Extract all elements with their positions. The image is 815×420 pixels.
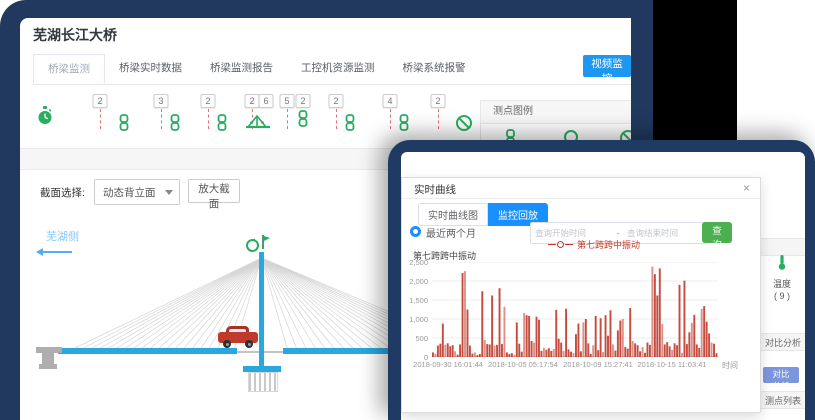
main-tab[interactable]: 桥梁系统报警 bbox=[389, 54, 480, 84]
popup-page: 温度 ( 9 ) 对比分析 对比分析 测点列表 实时曲线 × 实时曲线图监控回放… bbox=[401, 152, 805, 420]
chain-icon bbox=[217, 114, 228, 131]
y-tick-label: 1,000 bbox=[402, 315, 428, 324]
sensor-count-badge: 2 bbox=[245, 94, 260, 108]
dialog-header: 实时曲线 × bbox=[402, 178, 760, 199]
screenshot-stage: 芜湖长江大桥 桥梁监测桥梁实时数据桥梁监测报告工控机资源监测桥梁系统报警 视频监… bbox=[0, 0, 815, 420]
sensor-count-badge: 2 bbox=[431, 94, 446, 108]
y-tick-label: 2,000 bbox=[402, 277, 428, 286]
temperature-label: 温度 bbox=[759, 277, 805, 290]
dashed-line bbox=[287, 109, 288, 129]
section-select-label: 截面选择: bbox=[40, 185, 85, 200]
vibration-bar-chart bbox=[432, 262, 718, 357]
car-image bbox=[218, 324, 258, 348]
chain-icon bbox=[119, 114, 130, 131]
close-icon[interactable]: × bbox=[743, 181, 750, 195]
dialog-title: 实时曲线 bbox=[414, 182, 456, 197]
video-monitor-button[interactable]: 视频监控 bbox=[583, 55, 631, 77]
bridge-deck-left bbox=[58, 348, 237, 354]
legend-marker-line bbox=[548, 244, 556, 245]
page-title: 芜湖长江大桥 bbox=[33, 25, 117, 45]
black-region bbox=[653, 0, 737, 141]
enlarge-section-button[interactable]: 放大截面 bbox=[188, 179, 240, 203]
left-pier-stem bbox=[42, 353, 54, 364]
y-tick-label: 500 bbox=[402, 334, 428, 343]
dashed-line bbox=[208, 109, 209, 129]
sensor-count-badge: 5 bbox=[280, 94, 295, 108]
sensor-count-badge: 2 bbox=[201, 94, 216, 108]
dashed-line bbox=[161, 109, 162, 129]
dashed-line bbox=[100, 109, 101, 129]
chain-icon bbox=[170, 114, 181, 131]
chain-icon bbox=[399, 114, 410, 131]
main-tabbar: 桥梁监测桥梁实时数据桥梁监测报告工控机资源监测桥梁系统报警 bbox=[33, 54, 631, 85]
point-legend-header: 测点图例 bbox=[481, 101, 631, 124]
dashed-line bbox=[438, 109, 439, 129]
main-tab[interactable]: 工控机资源监测 bbox=[287, 54, 389, 84]
compare-analysis-button[interactable]: 对比分析 bbox=[763, 367, 799, 383]
x-tick-label: 2018-10-05 05:17:54 bbox=[488, 360, 558, 369]
truss-icon bbox=[245, 112, 271, 130]
chart-x-axis-name: 时间 bbox=[722, 360, 738, 371]
query-button[interactable]: 查询 bbox=[702, 222, 732, 243]
legend-series-label: 第七跨跨中振动 bbox=[577, 238, 640, 251]
left-pier-base bbox=[39, 364, 57, 369]
rotation-sensor-icon[interactable] bbox=[245, 238, 260, 253]
recent-two-months-label: 最近两个月 bbox=[426, 225, 476, 240]
chevron-down-icon bbox=[165, 190, 173, 195]
x-tick-label: 2018-10-09 15:27:41 bbox=[563, 360, 633, 369]
y-tick-label: 1,500 bbox=[402, 296, 428, 305]
sensor-count-badge: 2 bbox=[296, 94, 311, 108]
sensor-count-badge: 2 bbox=[329, 94, 344, 108]
popup-browser-frame: 温度 ( 9 ) 对比分析 对比分析 测点列表 实时曲线 × 实时曲线图监控回放… bbox=[388, 140, 815, 420]
chain-icon bbox=[298, 110, 309, 127]
main-tab[interactable]: 桥梁实时数据 bbox=[105, 54, 196, 84]
thermometer-icon bbox=[776, 258, 788, 275]
x-tick-label: 2018-09-30 16:01:44 bbox=[413, 360, 483, 369]
tower-piles bbox=[248, 372, 278, 392]
stopwatch-icon bbox=[37, 106, 53, 126]
main-tab[interactable]: 桥梁监测报告 bbox=[196, 54, 287, 84]
sensor-count-badge: 3 bbox=[154, 94, 169, 108]
no-entry-icon bbox=[455, 114, 473, 132]
chart-legend[interactable]: 第七跨跨中振动 bbox=[548, 238, 640, 251]
dashed-line bbox=[390, 109, 391, 129]
chain-icon bbox=[345, 114, 356, 131]
sensor-count-badge: 4 bbox=[383, 94, 398, 108]
dashed-line bbox=[336, 109, 337, 129]
section-select-value: 动态背立面 bbox=[103, 185, 156, 200]
recent-two-months-radio[interactable] bbox=[410, 226, 421, 237]
y-tick-label: 2,500 bbox=[402, 258, 428, 267]
bridge-tower bbox=[259, 252, 264, 368]
temperature-count: ( 9 ) bbox=[759, 291, 805, 301]
x-tick-label: 2018-10-15 11:03:41 bbox=[637, 360, 706, 369]
temperature-point-group[interactable]: 温度 ( 9 ) bbox=[759, 254, 805, 301]
legend-marker-circle bbox=[557, 241, 564, 248]
dialog-tabbar: 实时曲线图监控回放 bbox=[418, 203, 548, 226]
dialog-tab[interactable]: 实时曲线图 bbox=[418, 203, 488, 226]
sensor-count-badge: 2 bbox=[93, 94, 108, 108]
sensor-count-badge: 6 bbox=[259, 94, 274, 108]
section-select[interactable]: 动态背立面 bbox=[94, 179, 180, 205]
main-tab[interactable]: 桥梁监测 bbox=[33, 54, 105, 84]
realtime-curve-dialog: 实时曲线 × 实时曲线图监控回放 最近两个月 - 查询 第七跨跨中振动 bbox=[401, 177, 761, 413]
legend-marker-line bbox=[565, 244, 573, 245]
flag-icon bbox=[261, 234, 271, 250]
